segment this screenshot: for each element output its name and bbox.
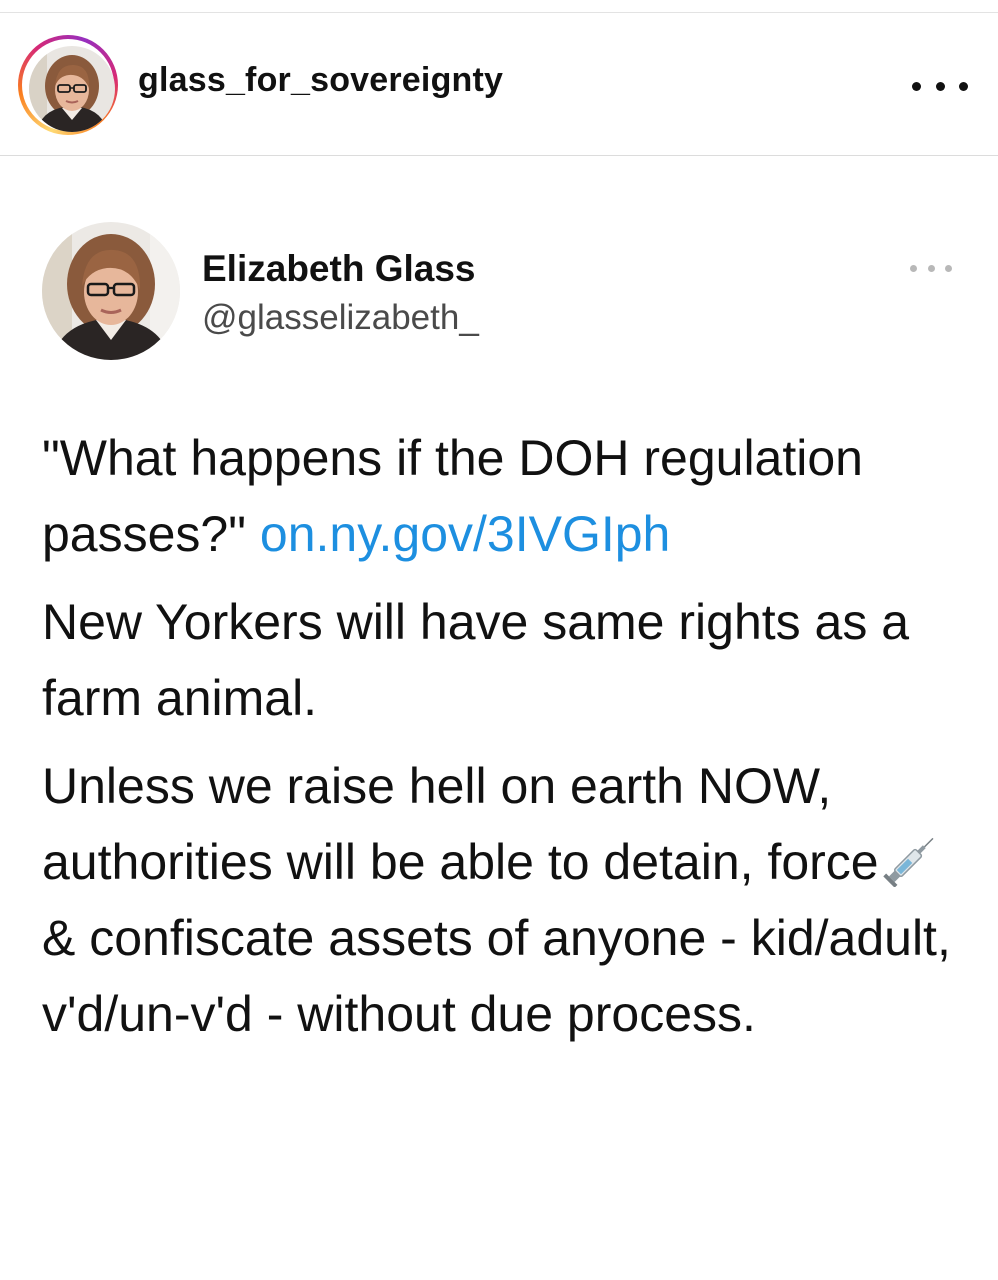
more-dot bbox=[927, 264, 935, 272]
instagram-username[interactable]: glass_for_sovereignty bbox=[138, 61, 503, 100]
tweet-text: "What happens if the DOH regulation pass… bbox=[42, 420, 972, 1064]
tweet-paragraph-3: Unless we raise hell on earth NOW, autho… bbox=[42, 748, 972, 1052]
tweet-paragraph-3-part-2: & confiscate assets of anyone - kid/adul… bbox=[42, 910, 951, 1042]
tweet-author-handle[interactable]: @glasselizabeth_ bbox=[202, 298, 479, 338]
tweet-paragraph-3-part-1: Unless we raise hell on earth NOW, autho… bbox=[42, 758, 879, 890]
story-ring-inner bbox=[22, 39, 115, 132]
more-options-icon[interactable] bbox=[912, 71, 968, 101]
story-ring[interactable] bbox=[18, 35, 118, 135]
tweet-avatar[interactable] bbox=[42, 222, 180, 360]
instagram-post-header: glass_for_sovereignty bbox=[0, 13, 998, 156]
profile-photo-icon bbox=[42, 222, 180, 360]
more-dot bbox=[959, 81, 968, 91]
more-dot bbox=[935, 81, 945, 91]
tweet-paragraph-1: "What happens if the DOH regulation pass… bbox=[42, 420, 972, 572]
syringe-icon bbox=[882, 837, 934, 887]
tweet-link[interactable]: on.ny.gov/3IVGIph bbox=[260, 506, 670, 562]
tweet-more-options-icon[interactable] bbox=[910, 258, 952, 278]
more-dot bbox=[945, 264, 952, 272]
avatar[interactable] bbox=[29, 46, 115, 132]
profile-photo-icon bbox=[29, 46, 115, 132]
tweet-author-name[interactable]: Elizabeth Glass bbox=[202, 248, 476, 290]
more-dot bbox=[910, 264, 917, 272]
tweet-paragraph-2: New Yorkers will have same rights as a f… bbox=[42, 594, 910, 726]
more-dot bbox=[912, 81, 921, 91]
